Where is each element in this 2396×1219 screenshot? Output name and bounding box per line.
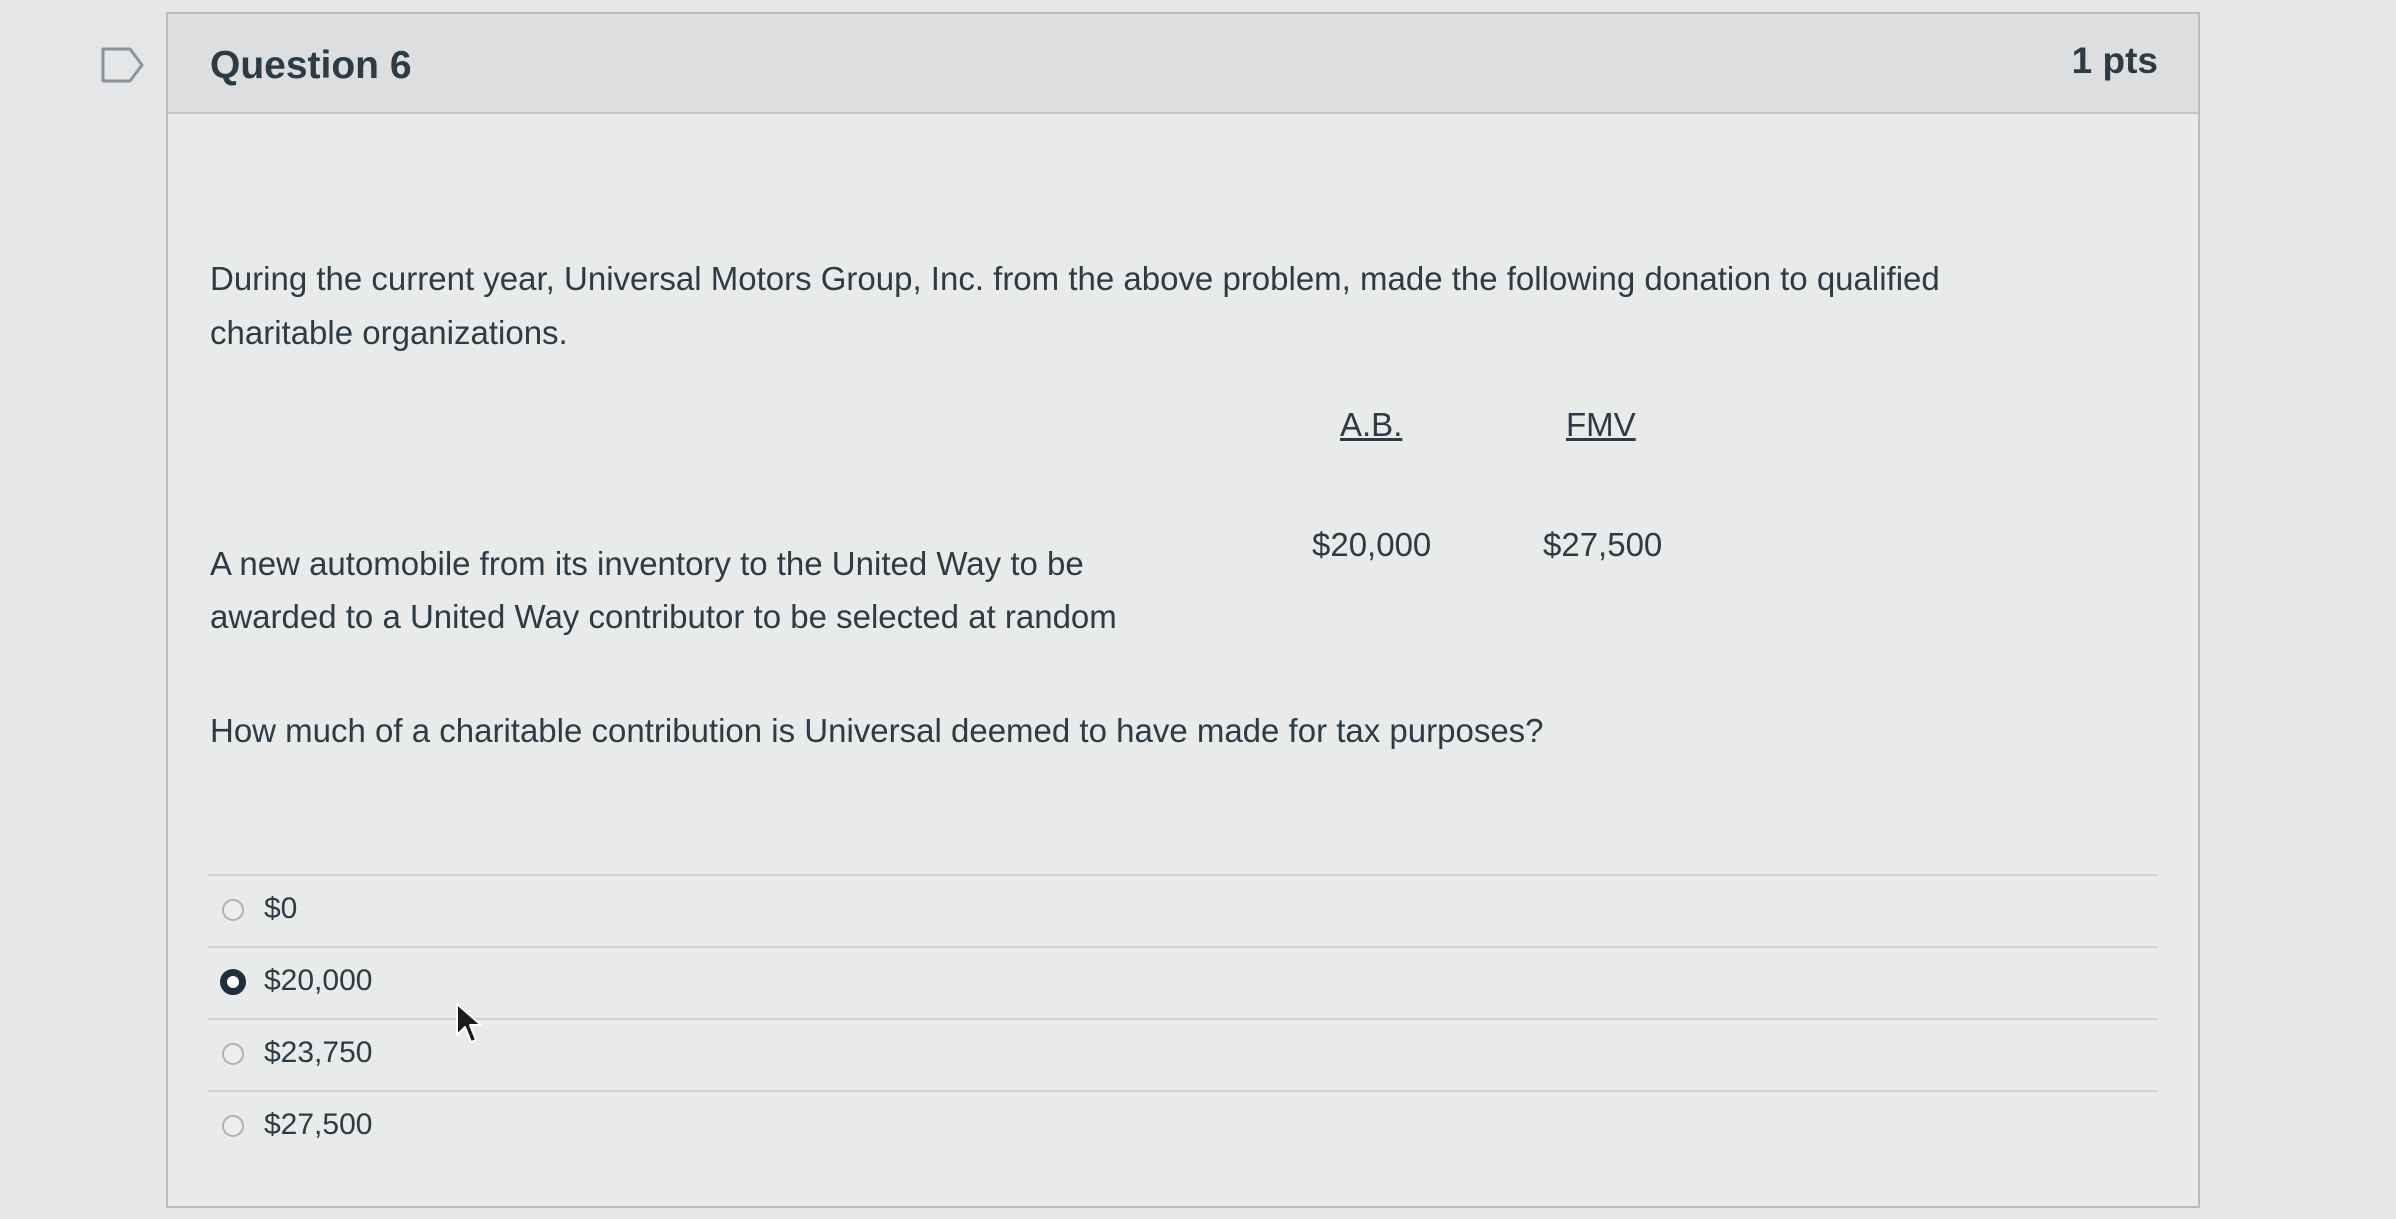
donation-description: A new automobile from its inventory to t… — [210, 545, 1117, 635]
mouse-pointer-icon — [456, 1003, 482, 1043]
answer-label: $27,500 — [264, 1108, 373, 1141]
radio-button[interactable] — [222, 1043, 244, 1065]
question-prompt: How much of a charitable contribution is… — [210, 712, 1544, 749]
answer-option[interactable]: $23,750 — [208, 1018, 2158, 1090]
answer-option[interactable]: $27,500 — [208, 1090, 2158, 1162]
question-header: Question 6 1 pts — [168, 14, 2198, 114]
answer-label: $20,000 — [264, 964, 373, 997]
answer-list: $0 $20,000 $23,750 $27,500 — [208, 874, 2158, 1162]
column-header-fmv: FMV — [1566, 406, 1636, 443]
question-points: 1 pts — [2071, 40, 2158, 81]
answer-option[interactable]: $0 — [208, 874, 2158, 946]
donation-ab-value: $20,000 — [1312, 526, 1432, 563]
answer-option[interactable]: $20,000 — [208, 946, 2158, 1018]
question-title: Question 6 — [210, 44, 412, 87]
radio-button[interactable] — [222, 1115, 244, 1137]
question-text: During the current year, Universal Motor… — [210, 260, 1940, 351]
bookmark-flag-icon[interactable] — [100, 46, 146, 84]
radio-button[interactable] — [222, 899, 244, 921]
answer-label: $0 — [264, 892, 298, 925]
radio-button-selected[interactable] — [220, 969, 246, 995]
column-header-ab: A.B. — [1340, 406, 1403, 443]
answer-label: $23,750 — [264, 1036, 373, 1069]
donation-fmv-value: $27,500 — [1543, 526, 1663, 563]
